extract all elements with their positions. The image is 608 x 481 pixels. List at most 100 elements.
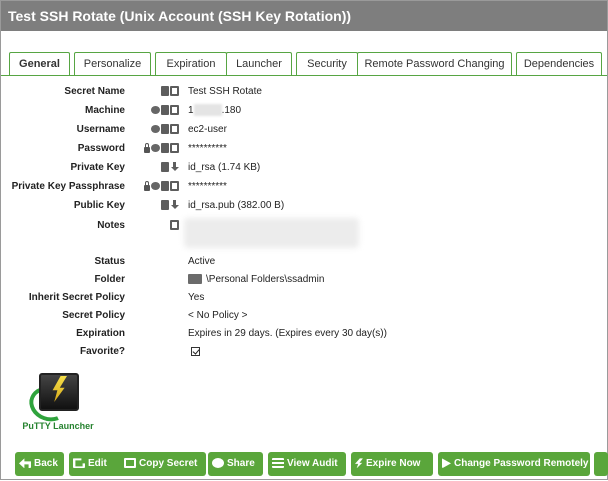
users-icon: [212, 458, 224, 469]
machine-label: Machine: [84, 105, 125, 116]
list-icon: [272, 458, 284, 469]
inherit-secret-policy-value: Yes: [188, 292, 205, 303]
play-icon: [442, 458, 451, 469]
folder-label: Folder: [94, 274, 125, 285]
field-favorite: Favorite?: [1, 344, 607, 360]
copy-icon[interactable]: [170, 86, 179, 96]
expire-now-label: Expire Now: [366, 458, 421, 469]
document-icon[interactable]: [161, 181, 169, 191]
view-audit-label: View Audit: [287, 458, 338, 469]
download-icon[interactable]: [170, 200, 179, 210]
tab-security[interactable]: Security: [296, 52, 358, 75]
lightning-icon: [355, 458, 363, 469]
putty-launcher-label: PuTTY Launcher: [22, 421, 94, 431]
action-toolbar: Back Edit Copy Secret Share View Audit E…: [15, 452, 608, 476]
folder-icon: [188, 274, 202, 285]
secret-window: Test SSH Rotate (Unix Account (SSH Key R…: [0, 0, 608, 480]
field-username: Username ec2-user: [1, 122, 607, 138]
window-title: Test SSH Rotate (Unix Account (SSH Key R…: [1, 1, 607, 31]
private-key-passphrase-label: Private Key Passphrase: [11, 181, 125, 192]
secret-policy-value: < No Policy >: [188, 310, 248, 321]
favorite-checkbox[interactable]: [191, 346, 200, 356]
field-folder: Folder \Personal Folders\ssadmin: [1, 272, 607, 288]
copy-secret-button[interactable]: Copy Secret: [120, 452, 206, 476]
private-key-label: Private Key: [70, 162, 125, 173]
lock-icon[interactable]: [144, 143, 150, 153]
download-icon[interactable]: [170, 162, 179, 172]
field-password: Password **********: [1, 141, 607, 157]
public-key-label: Public Key: [73, 200, 125, 211]
field-private-key: Private Key id_rsa (1.74 KB): [1, 160, 607, 176]
secret-policy-label: Secret Policy: [62, 310, 125, 321]
field-inherit-secret-policy: Inherit Secret Policy Yes: [1, 290, 607, 306]
field-secret-policy: Secret Policy < No Policy >: [1, 308, 607, 324]
folder-path: \Personal Folders\ssadmin: [206, 274, 325, 285]
chat-icon[interactable]: [151, 182, 160, 190]
copy-icon[interactable]: [170, 105, 179, 115]
copy-icon[interactable]: [170, 124, 179, 134]
field-notes: Notes: [1, 218, 607, 252]
tab-dependencies[interactable]: Dependencies: [516, 52, 602, 75]
favorite-label: Favorite?: [79, 346, 125, 357]
secret-name-label: Secret Name: [64, 86, 125, 97]
back-button[interactable]: Back: [15, 452, 64, 476]
field-expiration: Expiration Expires in 29 days. (Expires …: [1, 326, 607, 342]
share-label: Share: [227, 458, 255, 469]
chat-icon[interactable]: [151, 125, 160, 133]
password-value: **********: [188, 143, 227, 154]
field-machine: Machine 1.180: [1, 103, 607, 119]
share-button[interactable]: Share: [208, 452, 263, 476]
document-icon[interactable]: [161, 124, 169, 134]
secret-name-value: Test SSH Rotate: [188, 86, 262, 97]
putty-launcher[interactable]: PuTTY Launcher: [21, 373, 95, 433]
view-audit-button[interactable]: View Audit: [268, 452, 346, 476]
expire-now-button[interactable]: Expire Now: [351, 452, 433, 476]
copy-icon: [124, 458, 136, 469]
redacted-block: [193, 104, 222, 117]
tab-general[interactable]: General: [9, 52, 70, 76]
username-value: ec2-user: [188, 124, 227, 135]
copy-secret-label: Copy Secret: [139, 458, 198, 469]
document-icon[interactable]: [161, 143, 169, 153]
copy-icon[interactable]: [170, 143, 179, 153]
change-password-remotely-label: Change Password Remotely: [454, 458, 589, 469]
machine-value-suffix: .180: [221, 105, 242, 116]
folder-value: \Personal Folders\ssadmin: [188, 272, 324, 288]
document-icon[interactable]: [161, 200, 169, 210]
chat-icon[interactable]: [151, 144, 160, 152]
edit-label: Edit: [88, 458, 107, 469]
machine-value: 1.180: [188, 103, 241, 119]
expiration-value: Expires in 29 days. (Expires every 30 da…: [188, 328, 387, 339]
copy-icon[interactable]: [170, 181, 179, 191]
tab-remote-password-changing[interactable]: Remote Password Changing: [357, 52, 512, 75]
lock-icon[interactable]: [144, 181, 150, 191]
general-panel: Secret Name Test SSH Rotate Machine 1.18…: [1, 76, 607, 481]
document-icon[interactable]: [161, 105, 169, 115]
back-arrow-icon: [19, 458, 31, 469]
document-icon[interactable]: [161, 162, 169, 172]
tab-launcher[interactable]: Launcher: [226, 52, 292, 75]
change-password-remotely-button[interactable]: Change Password Remotely: [438, 452, 590, 476]
field-public-key: Public Key id_rsa.pub (382.00 B): [1, 198, 607, 214]
inherit-secret-policy-label: Inherit Secret Policy: [28, 292, 125, 303]
edit-icon: [73, 458, 85, 469]
back-label: Back: [34, 458, 58, 469]
private-key-value[interactable]: id_rsa (1.74 KB): [188, 160, 260, 176]
username-label: Username: [76, 124, 125, 135]
tab-bar: General Personalize Expiration Launcher …: [9, 52, 607, 76]
copy-icon[interactable]: [170, 220, 179, 230]
expiration-label: Expiration: [76, 328, 125, 339]
password-label: Password: [77, 143, 125, 154]
field-status: Status Active: [1, 254, 607, 270]
public-key-value[interactable]: id_rsa.pub (382.00 B): [188, 198, 284, 214]
more-button[interactable]: [594, 452, 608, 476]
notes-redacted: [184, 218, 359, 248]
tab-personalize[interactable]: Personalize: [74, 52, 151, 75]
field-secret-name: Secret Name Test SSH Rotate: [1, 84, 607, 100]
chat-icon[interactable]: [151, 106, 160, 114]
status-value: Active: [188, 256, 216, 267]
tab-expiration[interactable]: Expiration: [155, 52, 227, 75]
document-icon[interactable]: [161, 86, 169, 96]
field-private-key-passphrase: Private Key Passphrase **********: [1, 179, 607, 195]
status-label: Status: [94, 256, 125, 267]
